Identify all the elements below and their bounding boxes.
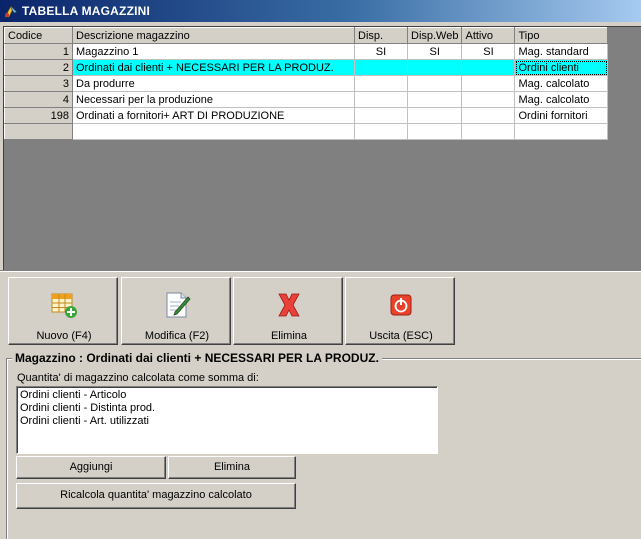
cell-descrizione[interactable]: Ordinati dai clienti + NECESSARI PER LA … [72,59,355,76]
cell-descrizione[interactable]: Necessari per la produzione [72,91,355,108]
table-row-selected[interactable]: 2 Ordinati dai clienti + NECESSARI PER L… [4,59,609,76]
warehouse-detail-title: Magazzino : Ordinati dai clienti + NECES… [12,351,382,365]
window-title: TABELLA MAGAZZINI [22,4,151,18]
cell-descrizione[interactable]: Magazzino 1 [72,43,355,60]
cell-descrizione[interactable]: Da produrre [72,75,355,92]
warehouse-table: Codice Descrizione magazzino Disp. Disp.… [4,27,609,140]
grid-header-row: Codice Descrizione magazzino Disp. Disp.… [4,27,609,44]
table-row[interactable]: 1 Magazzino 1 SI SI SI Mag. standard [4,43,609,60]
cell-attivo[interactable] [461,123,516,140]
cell-codice[interactable]: 1 [4,43,73,60]
cell-tipo[interactable]: Mag. calcolato [514,75,609,92]
cell-attivo[interactable] [461,107,516,124]
sum-description-label: Quantita' di magazzino calcolata come so… [17,372,259,384]
components-listbox[interactable]: Ordini clienti - Articolo Ordini clienti… [16,386,438,454]
list-item[interactable]: Ordini clienti - Art. utilizzati [20,415,434,428]
cell-codice[interactable]: 2 [4,59,73,76]
cell-attivo[interactable] [461,75,516,92]
new-button[interactable]: Nuovo (F4) [8,277,118,345]
cell-disp[interactable] [354,123,408,140]
delete-button[interactable]: Elimina [233,277,343,345]
col-header-disp[interactable]: Disp. [354,27,408,44]
cell-attivo[interactable] [461,91,516,108]
title-bar: TABELLA MAGAZZINI [0,0,641,22]
cell-codice[interactable]: 198 [4,107,73,124]
cell-tipo[interactable] [514,123,609,140]
col-header-codice[interactable]: Codice [4,27,73,44]
col-header-disp-web[interactable]: Disp.Web [406,27,463,44]
cell-codice[interactable] [4,123,73,140]
recalculate-button[interactable]: Ricalcola quantita' magazzino calcolato [16,483,296,509]
cell-disp-web[interactable] [406,107,463,124]
table-row[interactable]: 4 Necessari per la produzione Mag. calco… [4,91,609,108]
edit-icon [166,292,191,318]
cell-codice[interactable]: 3 [4,75,73,92]
cell-tipo[interactable]: Ordini clienti [514,59,609,76]
cell-descrizione[interactable] [72,123,355,140]
cell-descrizione[interactable]: Ordinati a fornitori+ ART DI PRODUZIONE [72,107,355,124]
cell-disp-web[interactable] [406,123,463,140]
delete-button-label: Elimina [270,330,308,342]
table-row-new[interactable] [4,123,609,140]
separator [0,270,641,272]
cell-disp-web[interactable]: SI [406,43,463,60]
edit-button-label: Modifica (F2) [144,330,210,342]
cell-attivo[interactable]: SI [461,43,516,60]
cell-codice[interactable]: 4 [4,91,73,108]
edit-button[interactable]: Modifica (F2) [121,277,231,345]
cell-attivo[interactable] [461,59,516,76]
cell-disp[interactable] [354,107,408,124]
cell-tipo[interactable]: Mag. standard [514,43,609,60]
cell-disp[interactable] [354,91,408,108]
app-icon [4,5,18,18]
col-header-attivo[interactable]: Attivo [461,27,516,44]
delete-item-button[interactable]: Elimina [168,456,296,479]
new-button-label: Nuovo (F4) [36,330,92,342]
col-header-tipo[interactable]: Tipo [514,27,609,44]
delete-x-icon [278,293,300,317]
table-row[interactable]: 3 Da produrre Mag. calcolato [4,75,609,92]
exit-button-label: Uscita (ESC) [369,330,433,342]
warehouse-grid[interactable]: Codice Descrizione magazzino Disp. Disp.… [3,26,641,270]
cell-disp-web[interactable] [406,59,463,76]
col-header-descrizione[interactable]: Descrizione magazzino [72,27,355,44]
cell-disp[interactable] [354,59,408,76]
add-button[interactable]: Aggiungi [16,456,166,479]
list-item[interactable]: Ordini clienti - Distinta prod. [20,402,434,415]
cell-tipo[interactable]: Ordini fornitori [514,107,609,124]
cell-disp-web[interactable] [406,91,463,108]
cell-disp[interactable]: SI [354,43,408,60]
cell-disp-web[interactable] [406,75,463,92]
power-exit-icon [390,294,412,316]
cell-disp[interactable] [354,75,408,92]
cell-tipo[interactable]: Mag. calcolato [514,91,609,108]
new-record-icon [51,293,77,318]
list-item[interactable]: Ordini clienti - Articolo [20,389,434,402]
exit-button[interactable]: Uscita (ESC) [345,277,455,345]
table-row[interactable]: 198 Ordinati a fornitori+ ART DI PRODUZI… [4,107,609,124]
